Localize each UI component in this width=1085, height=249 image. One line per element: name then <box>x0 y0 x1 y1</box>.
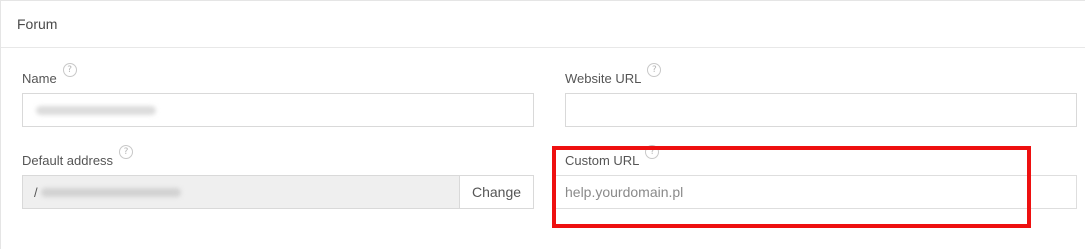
custom-url-input[interactable]: help.yourdomain.pl <box>553 175 1077 209</box>
panel-header: Forum <box>1 1 1085 48</box>
website-url-label: Website URL <box>565 71 642 86</box>
default-address-value-redacted <box>41 188 181 197</box>
panel-title: Forum <box>17 16 58 32</box>
name-help-icon[interactable]: ? <box>62 63 77 77</box>
default-address-prefix: / <box>34 185 38 200</box>
custom-url-label-row: Custom URL ? <box>565 145 660 168</box>
name-field[interactable] <box>22 93 534 127</box>
website-url-label-row: Website URL ? <box>565 63 662 86</box>
default-address-label-row: Default address ? <box>22 145 134 168</box>
name-value-redacted <box>36 106 156 115</box>
custom-url-label: Custom URL <box>565 153 640 168</box>
website-url-field[interactable] <box>565 93 1077 127</box>
default-address-field: / <box>22 175 460 209</box>
website-url-help-icon[interactable]: ? <box>647 63 662 77</box>
custom-url-placeholder: help.yourdomain.pl <box>565 184 684 200</box>
forum-panel: Forum Name ? Website URL ? Default addre… <box>0 0 1085 249</box>
default-address-label: Default address <box>22 153 114 168</box>
change-address-button[interactable]: Change <box>459 175 534 209</box>
name-label: Name <box>22 71 57 86</box>
custom-url-help-icon[interactable]: ? <box>645 145 660 159</box>
name-label-row: Name ? <box>22 63 77 86</box>
default-address-help-icon[interactable]: ? <box>119 145 134 159</box>
